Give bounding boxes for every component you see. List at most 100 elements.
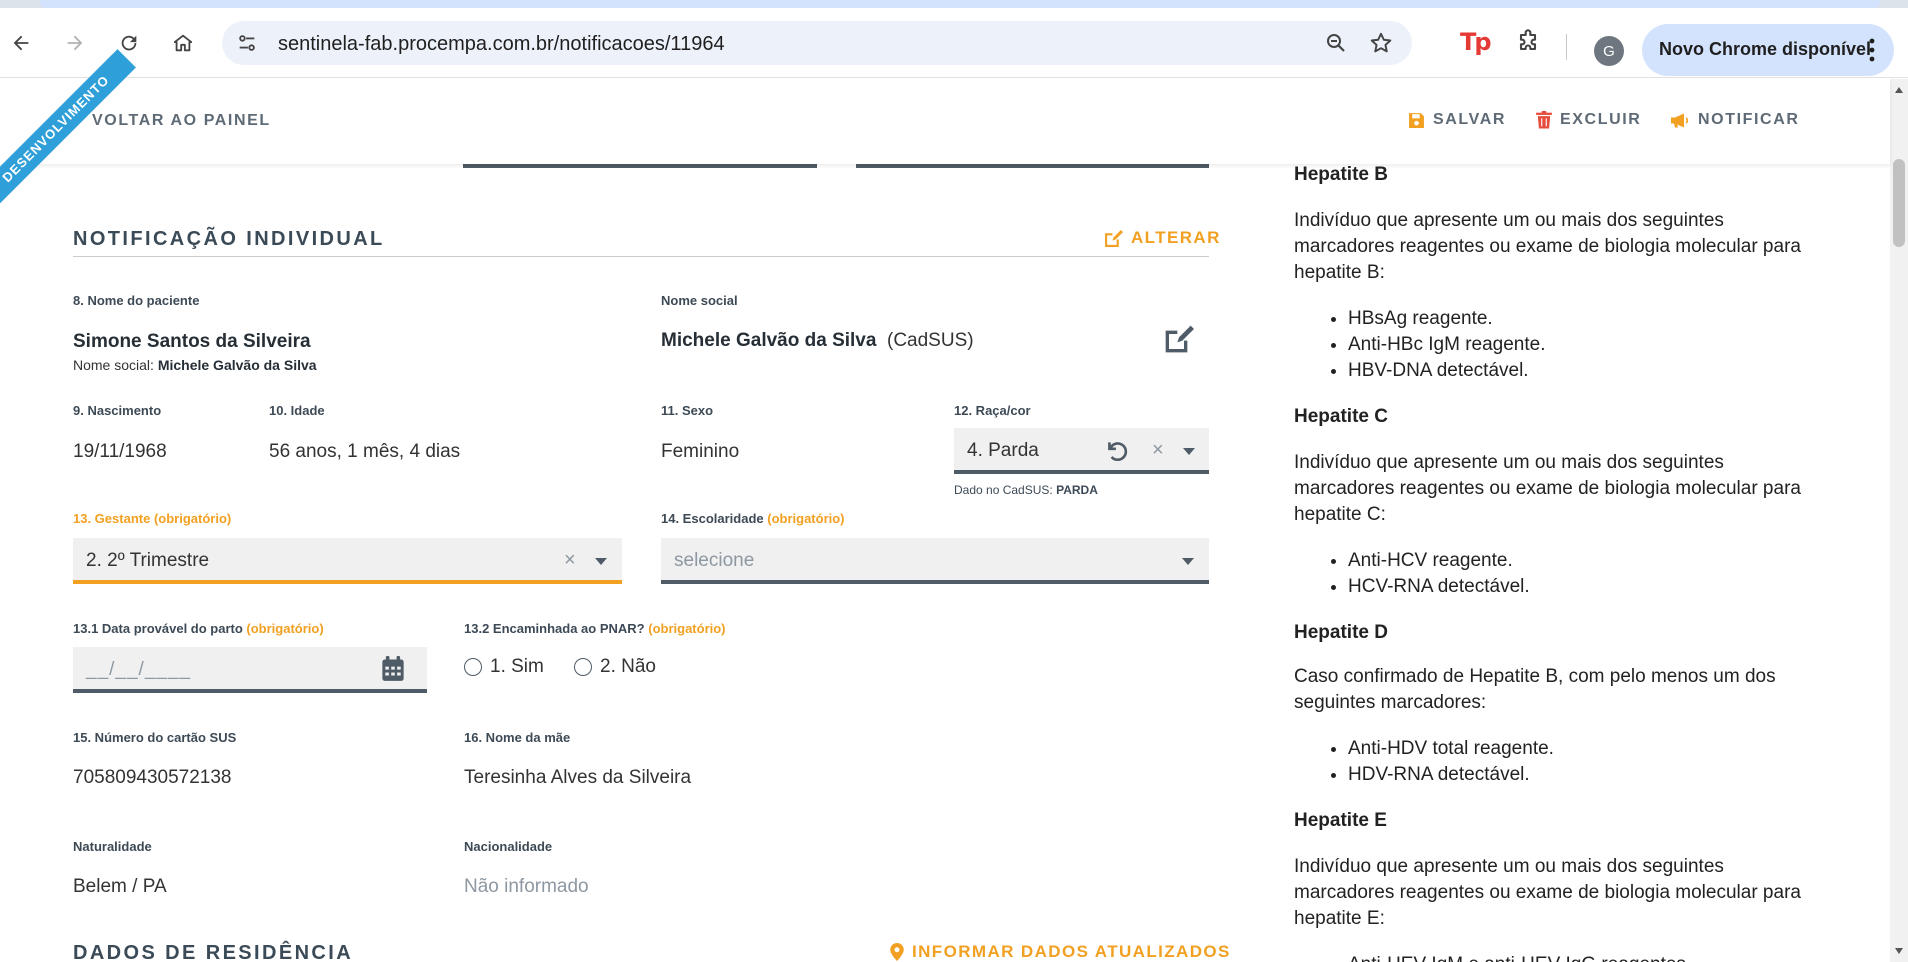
section-title-residence: DADOS DE RESIDÊNCIA (73, 942, 354, 962)
chevron-down-icon[interactable] (1183, 448, 1195, 455)
race-label: 12. Raça/cor (954, 403, 1031, 418)
pnar-radio-yes[interactable]: 1. Sim (464, 656, 544, 678)
clear-race-icon[interactable]: × (1152, 439, 1164, 462)
profile-avatar[interactable]: G (1594, 36, 1624, 66)
active-tab[interactable] (40, 0, 1880, 8)
chrome-update-label: Novo Chrome disponível (1659, 39, 1872, 59)
pnar-radio-no[interactable]: 2. Não (574, 656, 656, 678)
edit-notification-button[interactable]: ALTERAR (1104, 228, 1221, 248)
calendar-icon[interactable] (381, 656, 405, 687)
address-bar[interactable]: sentinela-fab.procempa.com.br/notificaco… (222, 21, 1412, 65)
social-name-text: Michele Galvão da Silva (661, 330, 877, 351)
hepatitis-b-title: Hepatite B (1294, 164, 1388, 185)
hepatitis-c-text: Indivíduo que apresente um ou mais dos s… (1294, 452, 1801, 525)
chrome-update-button[interactable]: Novo Chrome disponível (1642, 24, 1894, 76)
back-to-dashboard-link[interactable]: VOLTAR AO PAINEL (92, 112, 271, 130)
list-item: Anti-HBc IgM reagente. (1348, 332, 1545, 358)
list-item: HDV-RNA detectável. (1348, 762, 1554, 788)
birth-value: 19/11/1968 (73, 441, 167, 462)
url-path: /notificacoes/11964 (553, 33, 725, 55)
megaphone-icon (1671, 113, 1689, 127)
chevron-down-icon[interactable] (595, 558, 607, 565)
hepatitis-e-text: Indivíduo que apresente um ou mais dos s… (1294, 856, 1801, 929)
scroll-down-arrow-icon[interactable] (1895, 948, 1903, 954)
mother-name-label: 16. Nome da mãe (464, 730, 571, 745)
race-cadsus-note: Dado no CadSUS: PARDA (954, 483, 1098, 497)
hepatitis-b-list: HBsAg reagente. Anti-HBc IgM reagente. H… (1348, 306, 1545, 384)
patient-social-name-note: Nome social: Michele Galvão da Silva (73, 357, 317, 373)
pnar-yes-label: 1. Sim (490, 656, 544, 677)
radio-circle[interactable] (464, 658, 482, 676)
pregnant-label: 13. Gestante (obrigatório) (73, 511, 231, 526)
scrollbar-thumb[interactable] (1893, 159, 1905, 247)
birthplace-value: Belem / PA (73, 876, 167, 897)
hepatitis-c-list: Anti-HCV reagente. HCV-RNA detectável. (1348, 548, 1530, 600)
age-value: 56 anos, 1 mês, 4 dias (269, 441, 461, 462)
race-select[interactable]: 4. Parda × (954, 428, 1209, 474)
due-date-label: 13.1 Data provável do parto (obrigatório… (73, 621, 324, 636)
zoom-icon[interactable] (1324, 31, 1348, 60)
edit-social-name-icon[interactable] (1163, 324, 1195, 359)
nationality-label: Nacionalidade (464, 839, 553, 854)
radio-circle[interactable] (574, 658, 592, 676)
sex-label: 11. Sexo (661, 403, 714, 418)
edit-icon (1105, 229, 1123, 247)
clear-pregnant-icon[interactable]: × (564, 549, 576, 572)
hepatitis-d-text: Caso confirmado de Hepatite B, com pelo … (1294, 666, 1776, 713)
list-item: Anti-HEV IgM e anti-HEV IgG reagentes. (1348, 952, 1691, 962)
required-tag: (obrigatório) (246, 621, 324, 636)
url-host: sentinela-fab.procempa.com.br (278, 33, 554, 55)
forward-arrow-icon[interactable] (58, 26, 92, 60)
patient-social-value: Michele Galvão da Silva (157, 357, 317, 373)
site-settings-icon[interactable] (236, 32, 258, 59)
pnar-label: 13.2 Encaminhada ao PNAR? (obrigatório) (464, 621, 726, 636)
case-definition-panel: Hepatite B Indivíduo que apresente um ou… (1260, 164, 1890, 962)
hepatitis-d-list: Anti-HDV total reagente. HDV-RNA detectá… (1348, 736, 1554, 788)
pregnant-select[interactable]: 2. 2º Trimestre × (73, 538, 622, 584)
social-name-source: (CadSUS) (887, 330, 974, 351)
list-item: Anti-HCV reagente. (1348, 548, 1530, 574)
kebab-menu-icon[interactable] (1868, 37, 1876, 68)
patient-social-prefix: Nome social: (73, 357, 154, 373)
delete-button[interactable]: EXCLUIR (1536, 111, 1641, 129)
age-label: 10. Idade (269, 403, 325, 418)
hepatitis-e-title: Hepatite E (1294, 810, 1387, 831)
back-arrow-icon[interactable] (4, 26, 38, 60)
browser-tab-strip (0, 0, 1908, 8)
chevron-down-icon[interactable] (1182, 558, 1194, 565)
pnar-no-label: 2. Não (600, 656, 656, 677)
bookmark-star-icon[interactable] (1368, 30, 1394, 61)
previous-field-underline (856, 164, 1209, 168)
due-date-label-text: 13.1 Data provável do parto (73, 621, 243, 636)
scroll-up-arrow-icon[interactable] (1895, 87, 1903, 93)
delete-label: EXCLUIR (1560, 111, 1642, 128)
social-name-label: Nome social (661, 293, 738, 308)
mother-name-value: Teresinha Alves da Silveira (464, 767, 692, 788)
sus-card-value: 705809430572138 (73, 767, 232, 788)
schooling-select[interactable]: selecione (661, 538, 1209, 584)
pnar-label-text: 13.2 Encaminhada ao PNAR? (464, 621, 645, 636)
hepatitis-b-text: Indivíduo que apresente um ou mais dos s… (1294, 210, 1801, 283)
sus-card-label: 15. Número do cartão SUS (73, 730, 237, 745)
update-residence-button[interactable]: INFORMAR DADOS ATUALIZADOS (890, 942, 1231, 962)
trash-icon (1536, 111, 1552, 129)
home-icon[interactable] (166, 26, 200, 60)
page-scrollbar[interactable] (1890, 79, 1908, 962)
url-text[interactable]: sentinela-fab.procempa.com.br/notificaco… (278, 33, 725, 56)
schooling-placeholder: selecione (674, 550, 755, 571)
notification-form: NOTIFICAÇÃO INDIVIDUAL ALTERAR 8. Nome d… (0, 164, 1260, 962)
required-tag: (obrigatório) (648, 621, 726, 636)
due-date-input[interactable]: __/__/____ (73, 647, 427, 693)
update-residence-label: INFORMAR DADOS ATUALIZADOS (912, 942, 1231, 961)
notify-button[interactable]: NOTIFICAR (1670, 111, 1800, 129)
pregnant-selected-value: 2. 2º Trimestre (86, 550, 210, 571)
tp-extension-icon[interactable]: Tp (1460, 28, 1492, 56)
birth-label: 9. Nascimento (73, 403, 162, 418)
undo-icon[interactable] (1104, 438, 1130, 469)
nationality-value: Não informado (464, 876, 589, 897)
social-name-value: Michele Galvão da Silva (CadSUS) (661, 330, 974, 352)
schooling-label: 14. Escolaridade (obrigatório) (661, 511, 845, 526)
patient-name-label: 8. Nome do paciente (73, 293, 200, 308)
extensions-puzzle-icon[interactable] (1514, 28, 1542, 61)
save-button[interactable]: SALVAR (1408, 111, 1506, 129)
